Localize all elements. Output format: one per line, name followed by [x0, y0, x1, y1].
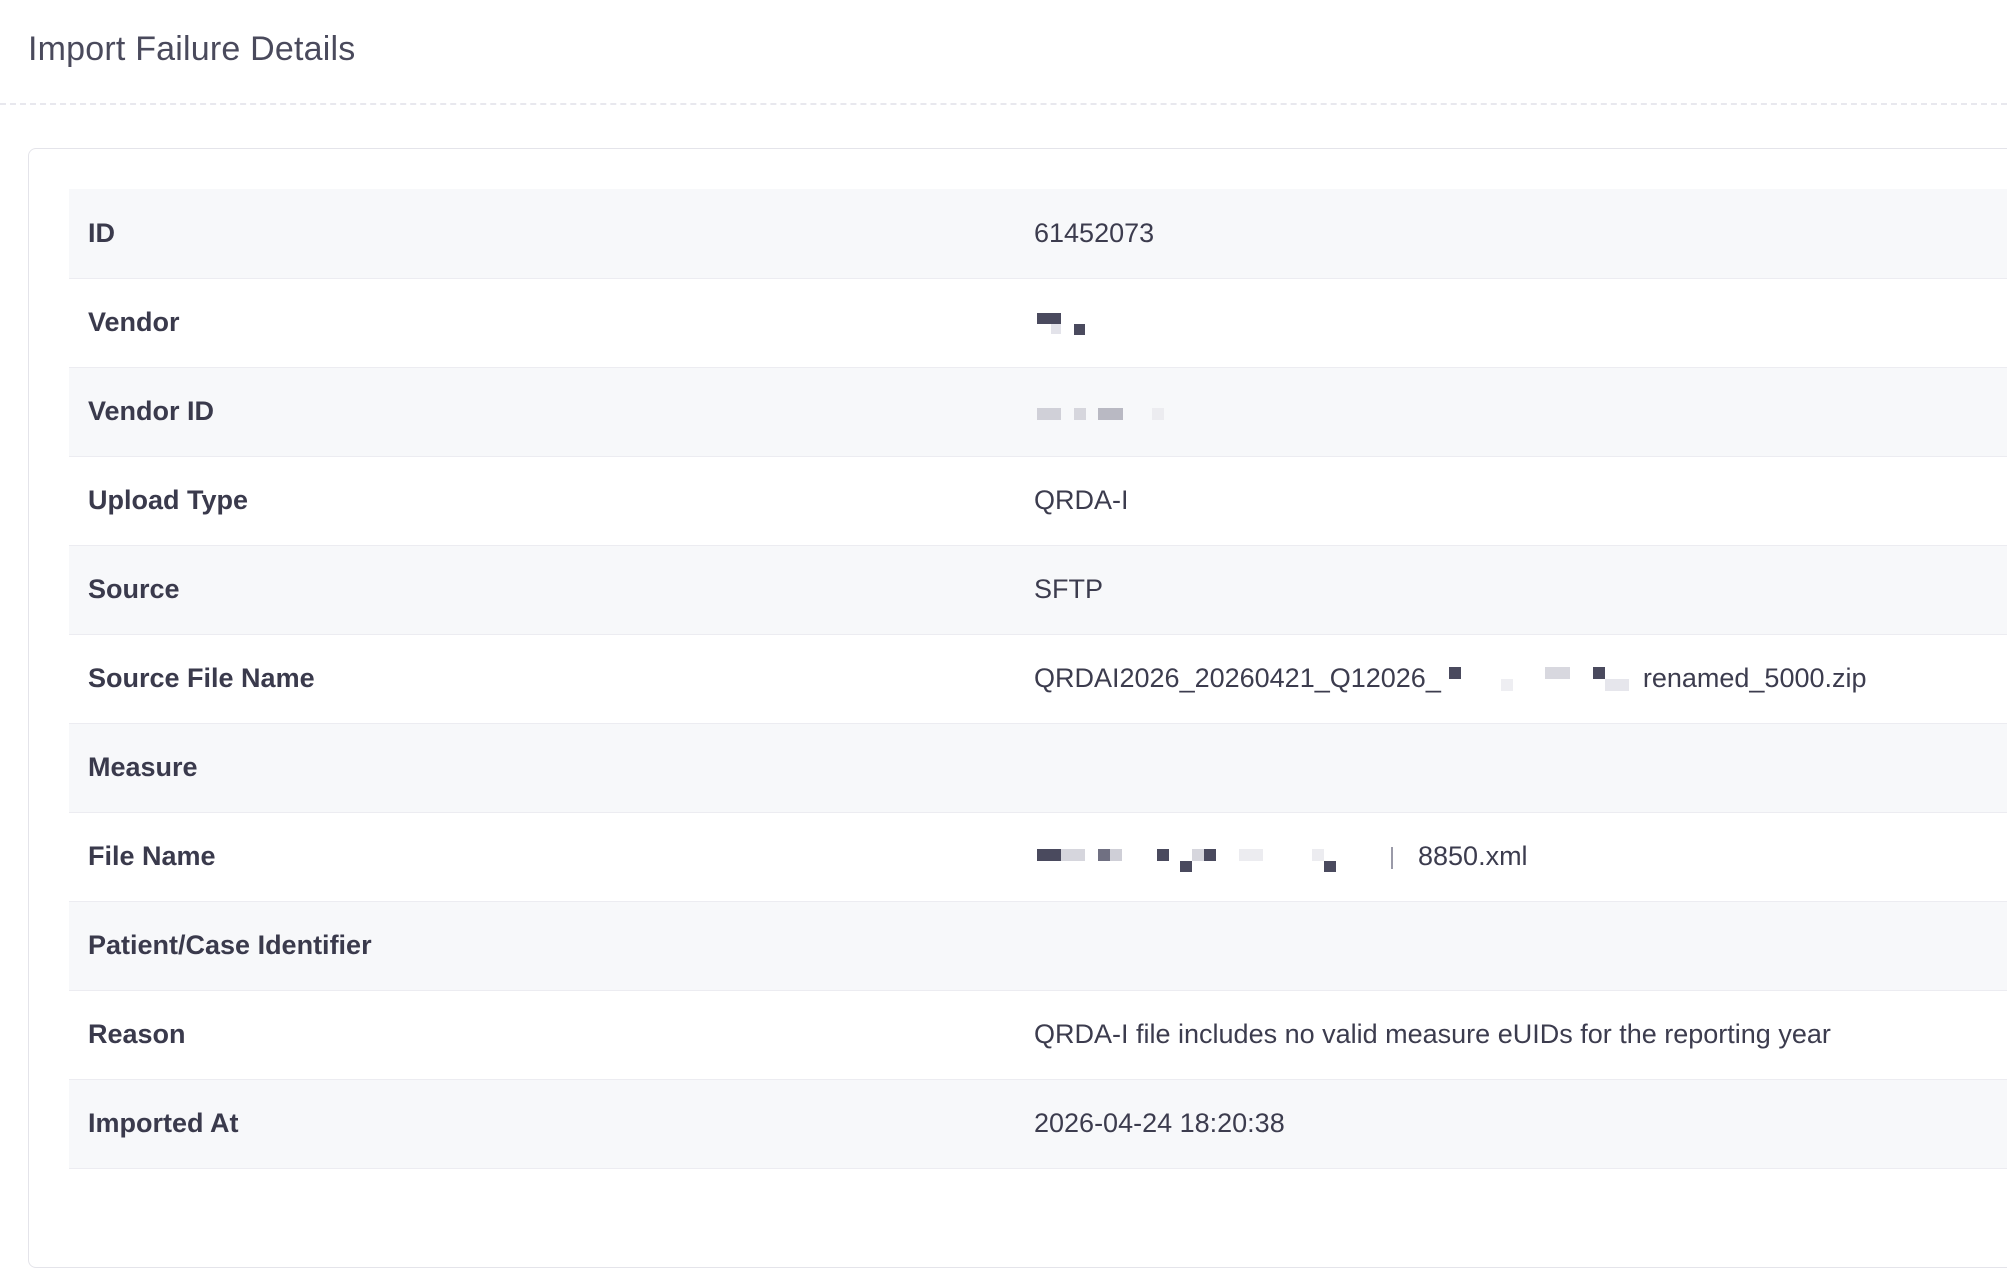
reason-label: Reason — [69, 990, 1034, 1080]
imported-at-value: 2026-04-24 18:20:38 — [1034, 1079, 2007, 1169]
file-name-value: 8850.xml — [1034, 812, 2007, 902]
table-row: Source SFTP — [69, 545, 2007, 635]
upload-type-label: Upload Type — [69, 456, 1034, 546]
table-row: Imported At 2026-04-24 18:20:38 — [69, 1079, 2007, 1169]
redacted-file-name-segment — [1034, 845, 1418, 872]
measure-value — [1034, 723, 2007, 813]
file-name-label: File Name — [69, 812, 1034, 902]
table-row: File Name 8850.xml — [69, 812, 2007, 902]
file-name-suffix: 8850.xml — [1418, 841, 1528, 871]
id-value: 61452073 — [1034, 189, 2007, 279]
source-value: SFTP — [1034, 545, 2007, 635]
source-file-name-suffix: renamed_5000.zip — [1642, 663, 1867, 693]
vendor-id-label: Vendor ID — [69, 367, 1034, 457]
table-row: Reason QRDA-I file includes no valid mea… — [69, 990, 2007, 1080]
table-row: Source File Name QRDAI2026_20260421_Q120… — [69, 634, 2007, 724]
patient-case-identifier-value — [1034, 901, 2007, 991]
table-row: ID 61452073 — [69, 189, 2007, 279]
table-row: Patient/Case Identifier — [69, 901, 2007, 991]
reason-value: QRDA-I file includes no valid measure eU… — [1034, 990, 2007, 1080]
page-title: Import Failure Details — [28, 30, 356, 68]
table-row: Measure — [69, 723, 2007, 813]
source-file-name-prefix: QRDAI2026_20260421_Q12026_ — [1034, 663, 1441, 693]
source-file-name-label: Source File Name — [69, 634, 1034, 724]
details-table: ID 61452073 Vendor Vendor ID Upload Type… — [69, 189, 2007, 1169]
vendor-id-value — [1034, 367, 2007, 457]
vendor-value — [1034, 278, 2007, 368]
vendor-label: Vendor — [69, 278, 1034, 368]
measure-label: Measure — [69, 723, 1034, 813]
redacted-source-file-segment — [1441, 666, 1643, 693]
redacted-vendor — [1034, 311, 1094, 337]
patient-case-identifier-label: Patient/Case Identifier — [69, 901, 1034, 991]
table-row: Upload Type QRDA-I — [69, 456, 2007, 546]
table-row: Vendor — [69, 278, 2007, 368]
source-label: Source — [69, 545, 1034, 635]
source-file-name-value: QRDAI2026_20260421_Q12026_ renamed_5000.… — [1034, 634, 2007, 724]
table-row: Vendor ID — [69, 367, 2007, 457]
id-label: ID — [69, 189, 1034, 279]
imported-at-label: Imported At — [69, 1079, 1034, 1169]
page-header: Import Failure Details — [0, 0, 2007, 105]
upload-type-value: QRDA-I — [1034, 456, 2007, 546]
redacted-vendor-id — [1034, 400, 1174, 426]
